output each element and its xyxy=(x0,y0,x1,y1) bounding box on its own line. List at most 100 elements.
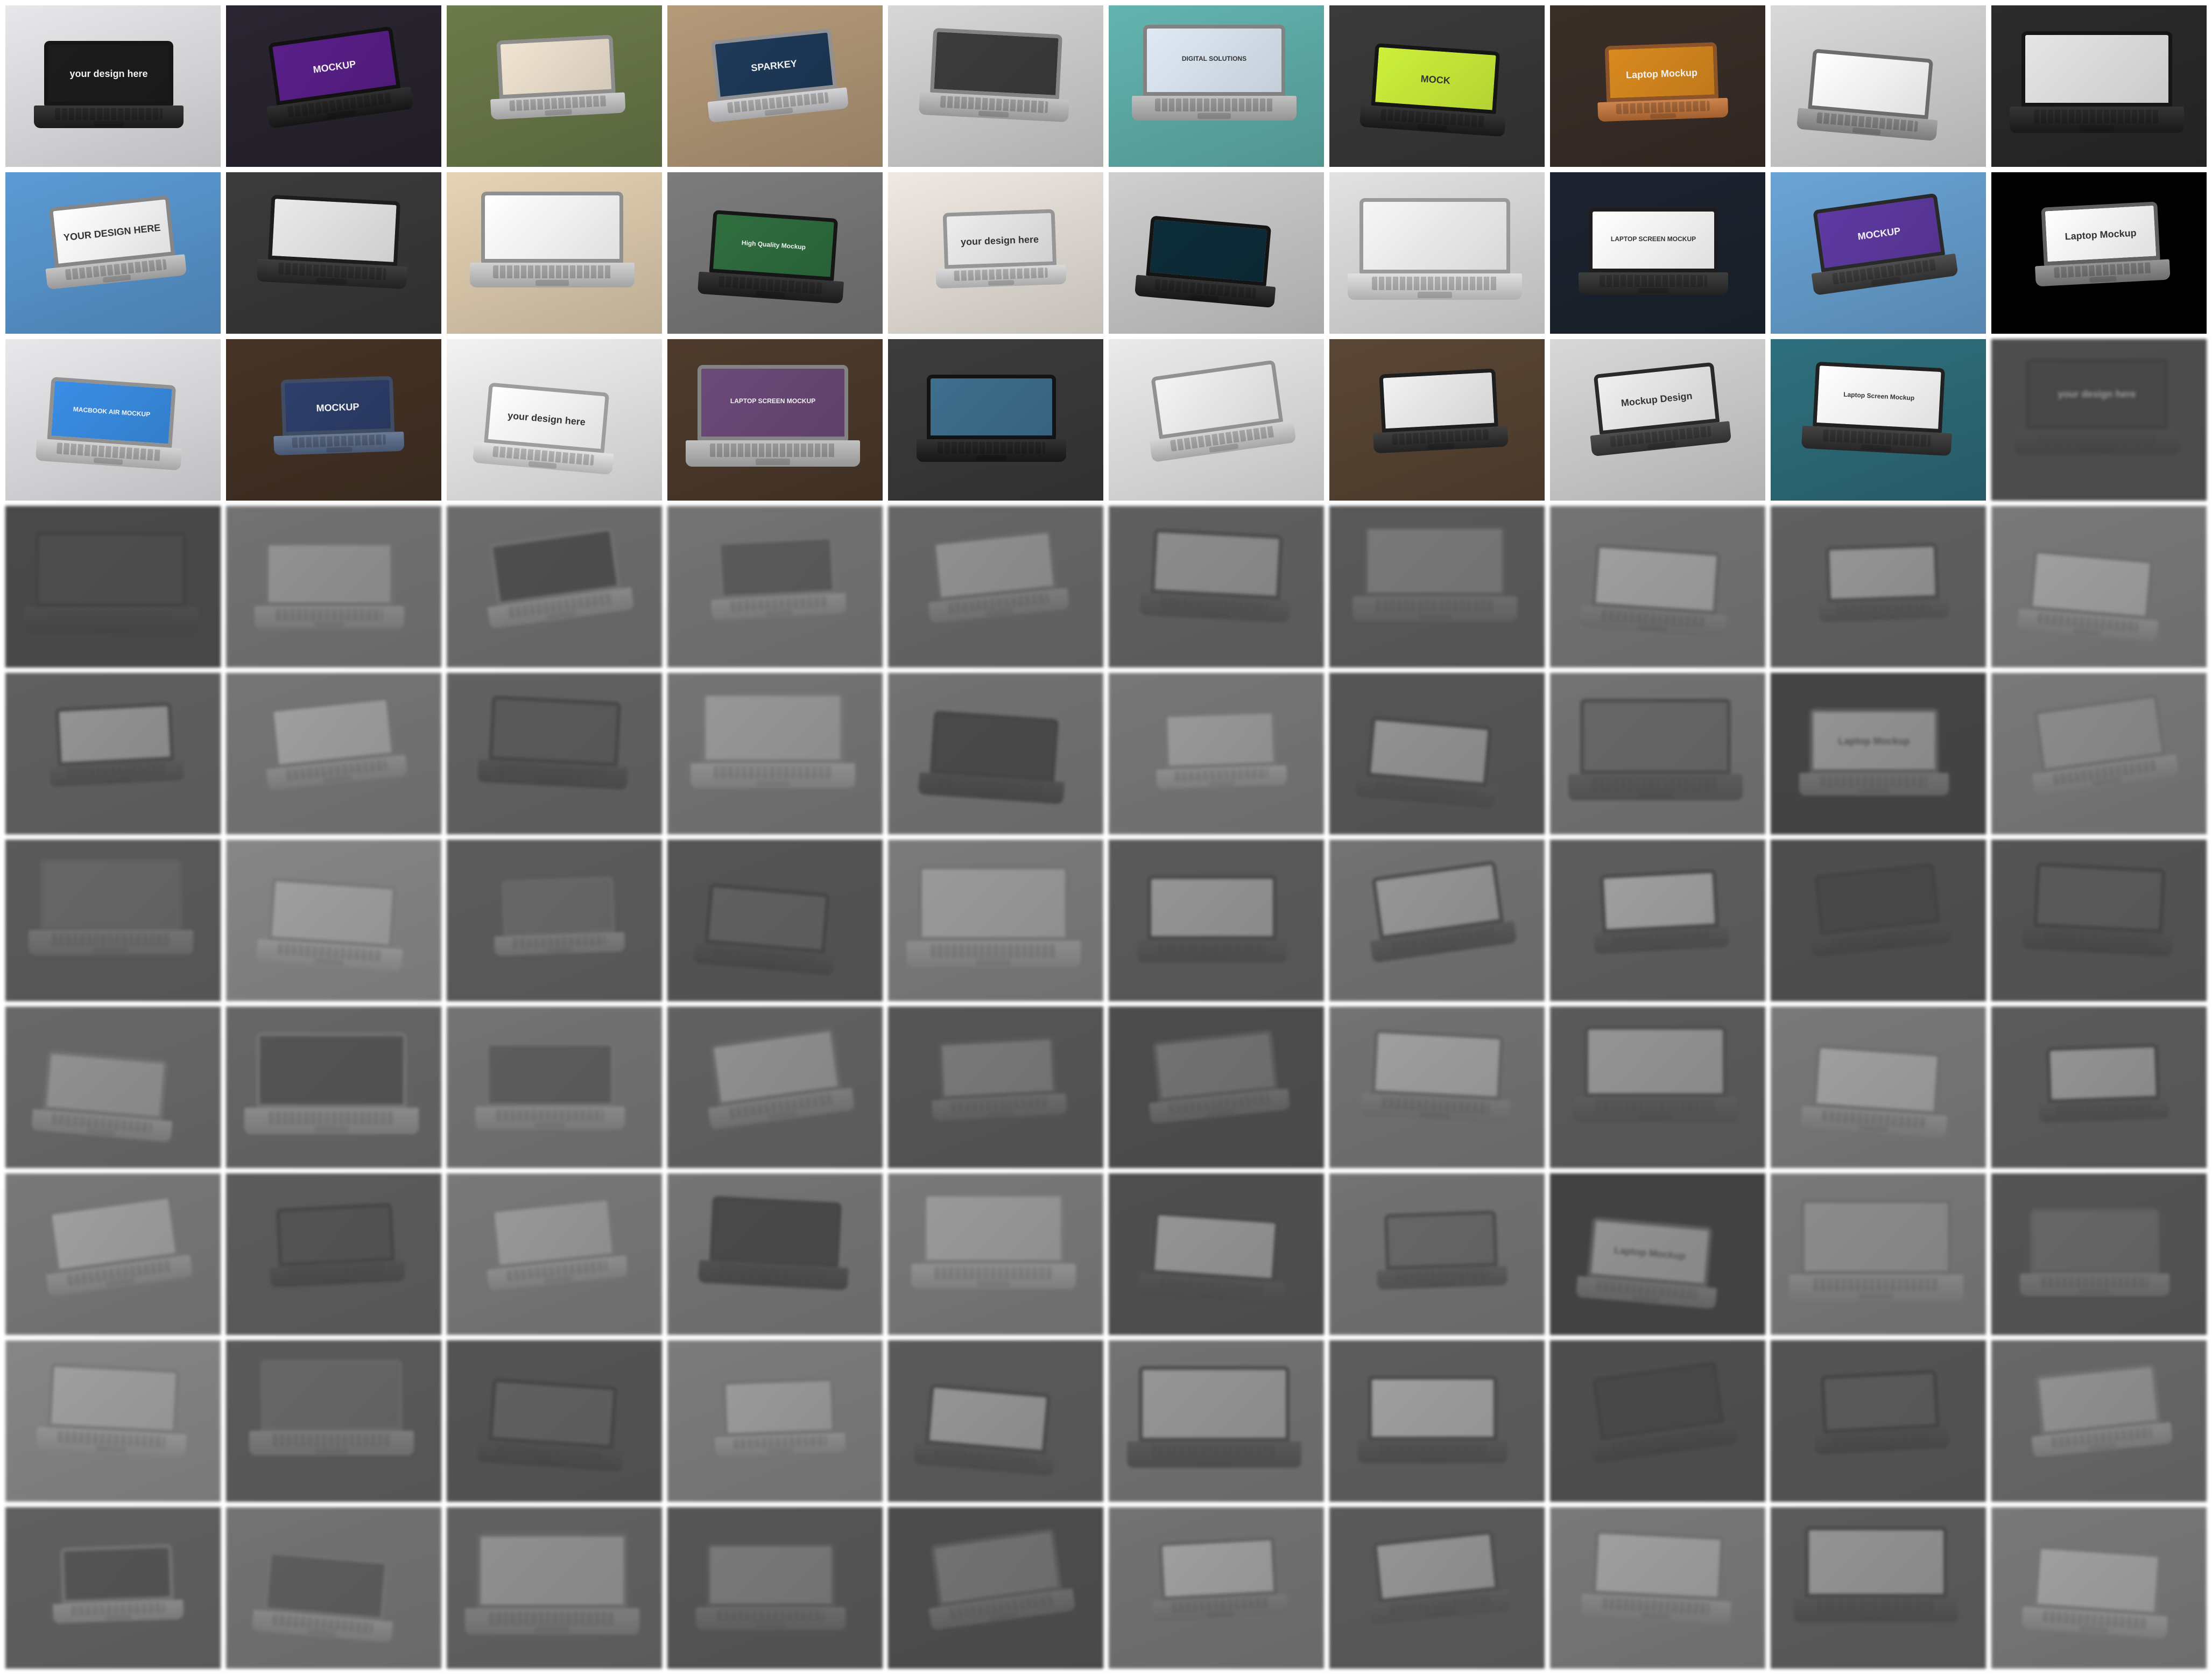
mockup-thumbnail-r4-c5[interactable] xyxy=(888,506,1103,667)
mockup-thumbnail-r4-c9[interactable] xyxy=(1771,506,1986,667)
mockup-thumbnail-r6-c9[interactable] xyxy=(1771,840,1986,1001)
mockup-thumbnail-r1-c1[interactable]: your design here xyxy=(5,5,221,167)
mockup-thumbnail-r9-c6[interactable] xyxy=(1109,1340,1324,1502)
mockup-thumbnail-r7-c10[interactable] xyxy=(1991,1007,2207,1168)
mockup-thumbnail-r3-c7[interactable] xyxy=(1329,339,1545,501)
mockup-thumbnail-r4-c2[interactable] xyxy=(226,506,441,667)
mockup-thumbnail-r1-c10[interactable] xyxy=(1991,5,2207,167)
mockup-thumbnail-r1-c9[interactable] xyxy=(1771,5,1986,167)
mockup-thumbnail-r1-c2[interactable]: MOCKUP xyxy=(226,5,441,167)
mockup-thumbnail-r6-c5[interactable] xyxy=(888,840,1103,1001)
mockup-thumbnail-r7-c3[interactable] xyxy=(447,1007,662,1168)
mockup-thumbnail-r8-c10[interactable] xyxy=(1991,1173,2207,1335)
mockup-thumbnail-r1-c8[interactable]: Laptop Mockup xyxy=(1550,5,1765,167)
mockup-thumbnail-r8-c5[interactable] xyxy=(888,1173,1103,1335)
mockup-thumbnail-r3-c5[interactable] xyxy=(888,339,1103,501)
mockup-thumbnail-r2-c5[interactable]: your design here xyxy=(888,172,1103,334)
mockup-thumbnail-r4-c6[interactable] xyxy=(1109,506,1324,667)
mockup-thumbnail-r2-c2[interactable] xyxy=(226,172,441,334)
mockup-thumbnail-r2-c3[interactable] xyxy=(447,172,662,334)
mockup-thumbnail-r2-c4[interactable]: High Quality Mockup xyxy=(667,172,883,334)
mockup-thumbnail-r9-c2[interactable] xyxy=(226,1340,441,1502)
mockup-thumbnail-r9-c4[interactable] xyxy=(667,1340,883,1502)
mockup-thumbnail-r6-c2[interactable] xyxy=(226,840,441,1001)
mockup-thumbnail-r3-c1[interactable]: MACBOOK AIR MOCKUP xyxy=(5,339,221,501)
mockup-thumbnail-r7-c4[interactable] xyxy=(667,1007,883,1168)
mockup-thumbnail-r10-c4[interactable] xyxy=(667,1507,883,1669)
mockup-thumbnail-r5-c2[interactable] xyxy=(226,673,441,834)
mockup-thumbnail-r5-c8[interactable] xyxy=(1550,673,1765,834)
mockup-thumbnail-r1-c7[interactable]: MOCK xyxy=(1329,5,1545,167)
mockup-thumbnail-r5-c1[interactable] xyxy=(5,673,221,834)
mockup-thumbnail-r10-c8[interactable] xyxy=(1550,1507,1765,1669)
mockup-thumbnail-r9-c8[interactable] xyxy=(1550,1340,1765,1502)
mockup-thumbnail-r8-c8[interactable]: Laptop Mockup xyxy=(1550,1173,1765,1335)
mockup-thumbnail-r6-c1[interactable] xyxy=(5,840,221,1001)
mockup-thumbnail-r5-c6[interactable] xyxy=(1109,673,1324,834)
mockup-thumbnail-r8-c7[interactable] xyxy=(1329,1173,1545,1335)
mockup-thumbnail-r4-c8[interactable] xyxy=(1550,506,1765,667)
mockup-thumbnail-r8-c4[interactable] xyxy=(667,1173,883,1335)
mockup-thumbnail-r3-c9[interactable]: Laptop Screen Mockup xyxy=(1771,339,1986,501)
mockup-thumbnail-r5-c4[interactable] xyxy=(667,673,883,834)
mockup-thumbnail-r6-c6[interactable] xyxy=(1109,840,1324,1001)
mockup-thumbnail-r7-c1[interactable] xyxy=(5,1007,221,1168)
mockup-thumbnail-r3-c2[interactable]: MOCKUP xyxy=(226,339,441,501)
mockup-thumbnail-r8-c6[interactable] xyxy=(1109,1173,1324,1335)
mockup-thumbnail-r6-c4[interactable] xyxy=(667,840,883,1001)
mockup-thumbnail-r10-c5[interactable] xyxy=(888,1507,1103,1669)
mockup-thumbnail-r1-c5[interactable] xyxy=(888,5,1103,167)
mockup-thumbnail-r5-c5[interactable] xyxy=(888,673,1103,834)
mockup-thumbnail-r7-c8[interactable] xyxy=(1550,1007,1765,1168)
mockup-thumbnail-r10-c1[interactable] xyxy=(5,1507,221,1669)
mockup-thumbnail-r9-c5[interactable] xyxy=(888,1340,1103,1502)
mockup-thumbnail-r10-c6[interactable] xyxy=(1109,1507,1324,1669)
mockup-thumbnail-r8-c9[interactable] xyxy=(1771,1173,1986,1335)
mockup-thumbnail-r7-c6[interactable] xyxy=(1109,1007,1324,1168)
mockup-thumbnail-r8-c1[interactable] xyxy=(5,1173,221,1335)
mockup-thumbnail-r2-c10[interactable]: Laptop Mockup xyxy=(1991,172,2207,334)
mockup-thumbnail-r2-c6[interactable] xyxy=(1109,172,1324,334)
mockup-thumbnail-r4-c10[interactable] xyxy=(1991,506,2207,667)
mockup-thumbnail-r9-c10[interactable] xyxy=(1991,1340,2207,1502)
mockup-thumbnail-r1-c4[interactable]: SPARKEY xyxy=(667,5,883,167)
mockup-thumbnail-r7-c2[interactable] xyxy=(226,1007,441,1168)
mockup-thumbnail-r10-c9[interactable] xyxy=(1771,1507,1986,1669)
mockup-thumbnail-r3-c6[interactable] xyxy=(1109,339,1324,501)
mockup-thumbnail-r4-c7[interactable] xyxy=(1329,506,1545,667)
mockup-thumbnail-r2-c1[interactable]: YOUR DESIGN HERE xyxy=(5,172,221,334)
mockup-thumbnail-r6-c10[interactable] xyxy=(1991,840,2207,1001)
mockup-thumbnail-r7-c7[interactable] xyxy=(1329,1007,1545,1168)
mockup-thumbnail-r9-c3[interactable] xyxy=(447,1340,662,1502)
mockup-thumbnail-r6-c3[interactable] xyxy=(447,840,662,1001)
mockup-thumbnail-r5-c9[interactable]: Laptop Mockup xyxy=(1771,673,1986,834)
mockup-thumbnail-r4-c3[interactable] xyxy=(447,506,662,667)
mockup-thumbnail-r10-c2[interactable] xyxy=(226,1507,441,1669)
mockup-thumbnail-r2-c7[interactable] xyxy=(1329,172,1545,334)
mockup-thumbnail-r6-c7[interactable] xyxy=(1329,840,1545,1001)
mockup-thumbnail-r10-c3[interactable] xyxy=(447,1507,662,1669)
mockup-thumbnail-r9-c1[interactable] xyxy=(5,1340,221,1502)
mockup-thumbnail-r10-c10[interactable] xyxy=(1991,1507,2207,1669)
mockup-thumbnail-r1-c6[interactable]: DIGITAL SOLUTIONS xyxy=(1109,5,1324,167)
mockup-thumbnail-r7-c9[interactable] xyxy=(1771,1007,1986,1168)
mockup-thumbnail-r4-c1[interactable] xyxy=(5,506,221,667)
mockup-thumbnail-r1-c3[interactable] xyxy=(447,5,662,167)
mockup-thumbnail-r3-c8[interactable]: Mockup Design xyxy=(1550,339,1765,501)
mockup-thumbnail-r5-c10[interactable] xyxy=(1991,673,2207,834)
mockup-thumbnail-r9-c9[interactable] xyxy=(1771,1340,1986,1502)
mockup-thumbnail-r8-c3[interactable] xyxy=(447,1173,662,1335)
mockup-thumbnail-r3-c10[interactable]: your design here xyxy=(1991,339,2207,501)
mockup-thumbnail-r3-c4[interactable]: LAPTOP SCREEN MOCKUP xyxy=(667,339,883,501)
mockup-thumbnail-r7-c5[interactable] xyxy=(888,1007,1103,1168)
mockup-thumbnail-r9-c7[interactable] xyxy=(1329,1340,1545,1502)
mockup-thumbnail-r5-c3[interactable] xyxy=(447,673,662,834)
mockup-thumbnail-r2-c9[interactable]: MOCKUP xyxy=(1771,172,1986,334)
mockup-thumbnail-r3-c3[interactable]: your design here xyxy=(447,339,662,501)
mockup-thumbnail-r2-c8[interactable]: LAPTOP SCREEN MOCKUP xyxy=(1550,172,1765,334)
mockup-thumbnail-r10-c7[interactable] xyxy=(1329,1507,1545,1669)
mockup-thumbnail-r6-c8[interactable] xyxy=(1550,840,1765,1001)
mockup-thumbnail-r5-c7[interactable] xyxy=(1329,673,1545,834)
mockup-thumbnail-r8-c2[interactable] xyxy=(226,1173,441,1335)
mockup-thumbnail-r4-c4[interactable] xyxy=(667,506,883,667)
